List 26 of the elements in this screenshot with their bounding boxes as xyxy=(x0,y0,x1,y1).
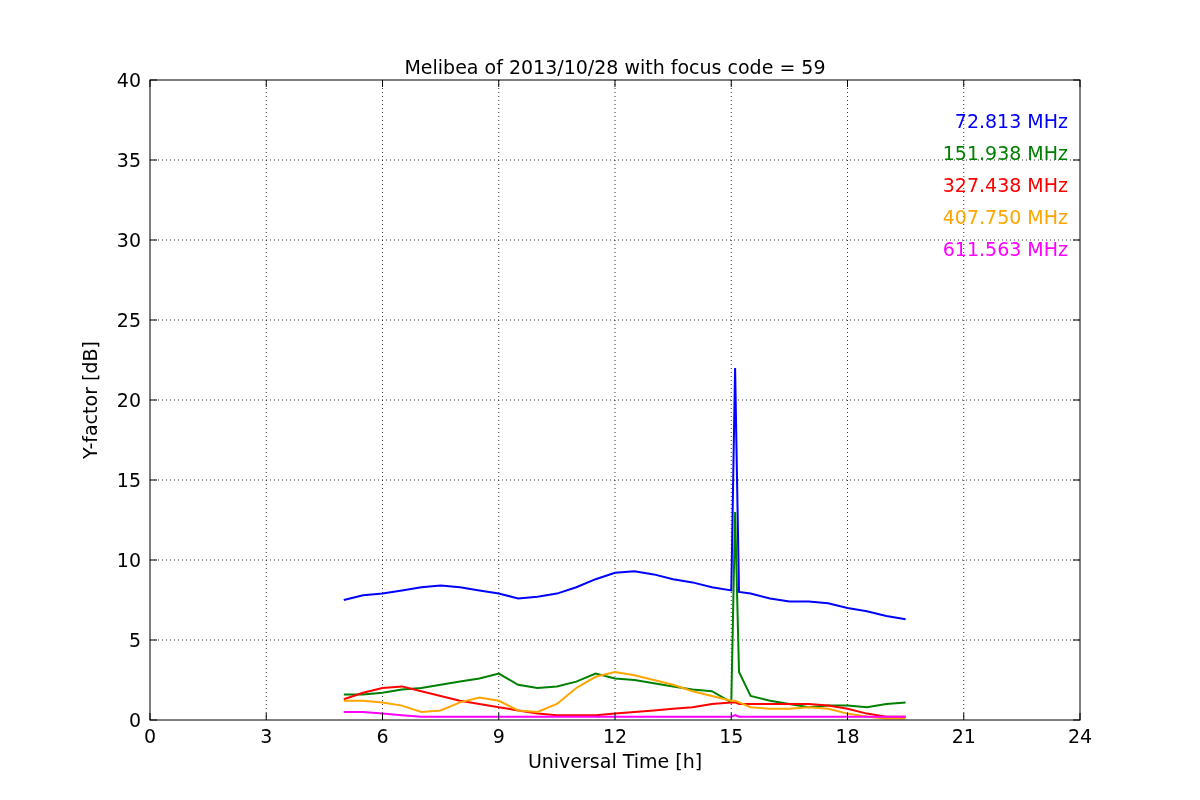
tick-label: 9 xyxy=(492,725,505,747)
axis-label: Y-factor [dB] xyxy=(79,341,101,459)
legend-label: 611.563 MHz xyxy=(942,238,1068,260)
tick-label: 21 xyxy=(951,725,976,747)
tick-label: 15 xyxy=(719,725,744,747)
tick-label: 5 xyxy=(128,629,141,651)
tick-label: 15 xyxy=(116,469,141,491)
tick-label: 35 xyxy=(116,149,141,171)
tick-label: 10 xyxy=(116,549,141,571)
tick-label: 40 xyxy=(116,69,141,91)
tick-label: 24 xyxy=(1067,725,1093,747)
axis-label: Universal Time [h] xyxy=(527,750,703,772)
tick-label: 30 xyxy=(116,229,141,251)
legend-label: 151.938 MHz xyxy=(942,142,1068,164)
tick-label: 18 xyxy=(835,725,860,747)
tick-label: 20 xyxy=(116,389,141,411)
chart-title: Melibea of 2013/10/28 with focus code = 59 xyxy=(404,56,826,78)
tick-label: 3 xyxy=(260,725,273,747)
legend-label: 72.813 MHz xyxy=(954,110,1068,132)
tick-label: 6 xyxy=(376,725,389,747)
tick-label: 0 xyxy=(128,709,141,731)
tick-label: 0 xyxy=(143,725,157,747)
legend-label: 407.750 MHz xyxy=(942,206,1068,228)
tick-label: 12 xyxy=(602,725,628,747)
legend-label: 327.438 MHz xyxy=(942,174,1068,196)
tick-label: 25 xyxy=(116,309,141,331)
